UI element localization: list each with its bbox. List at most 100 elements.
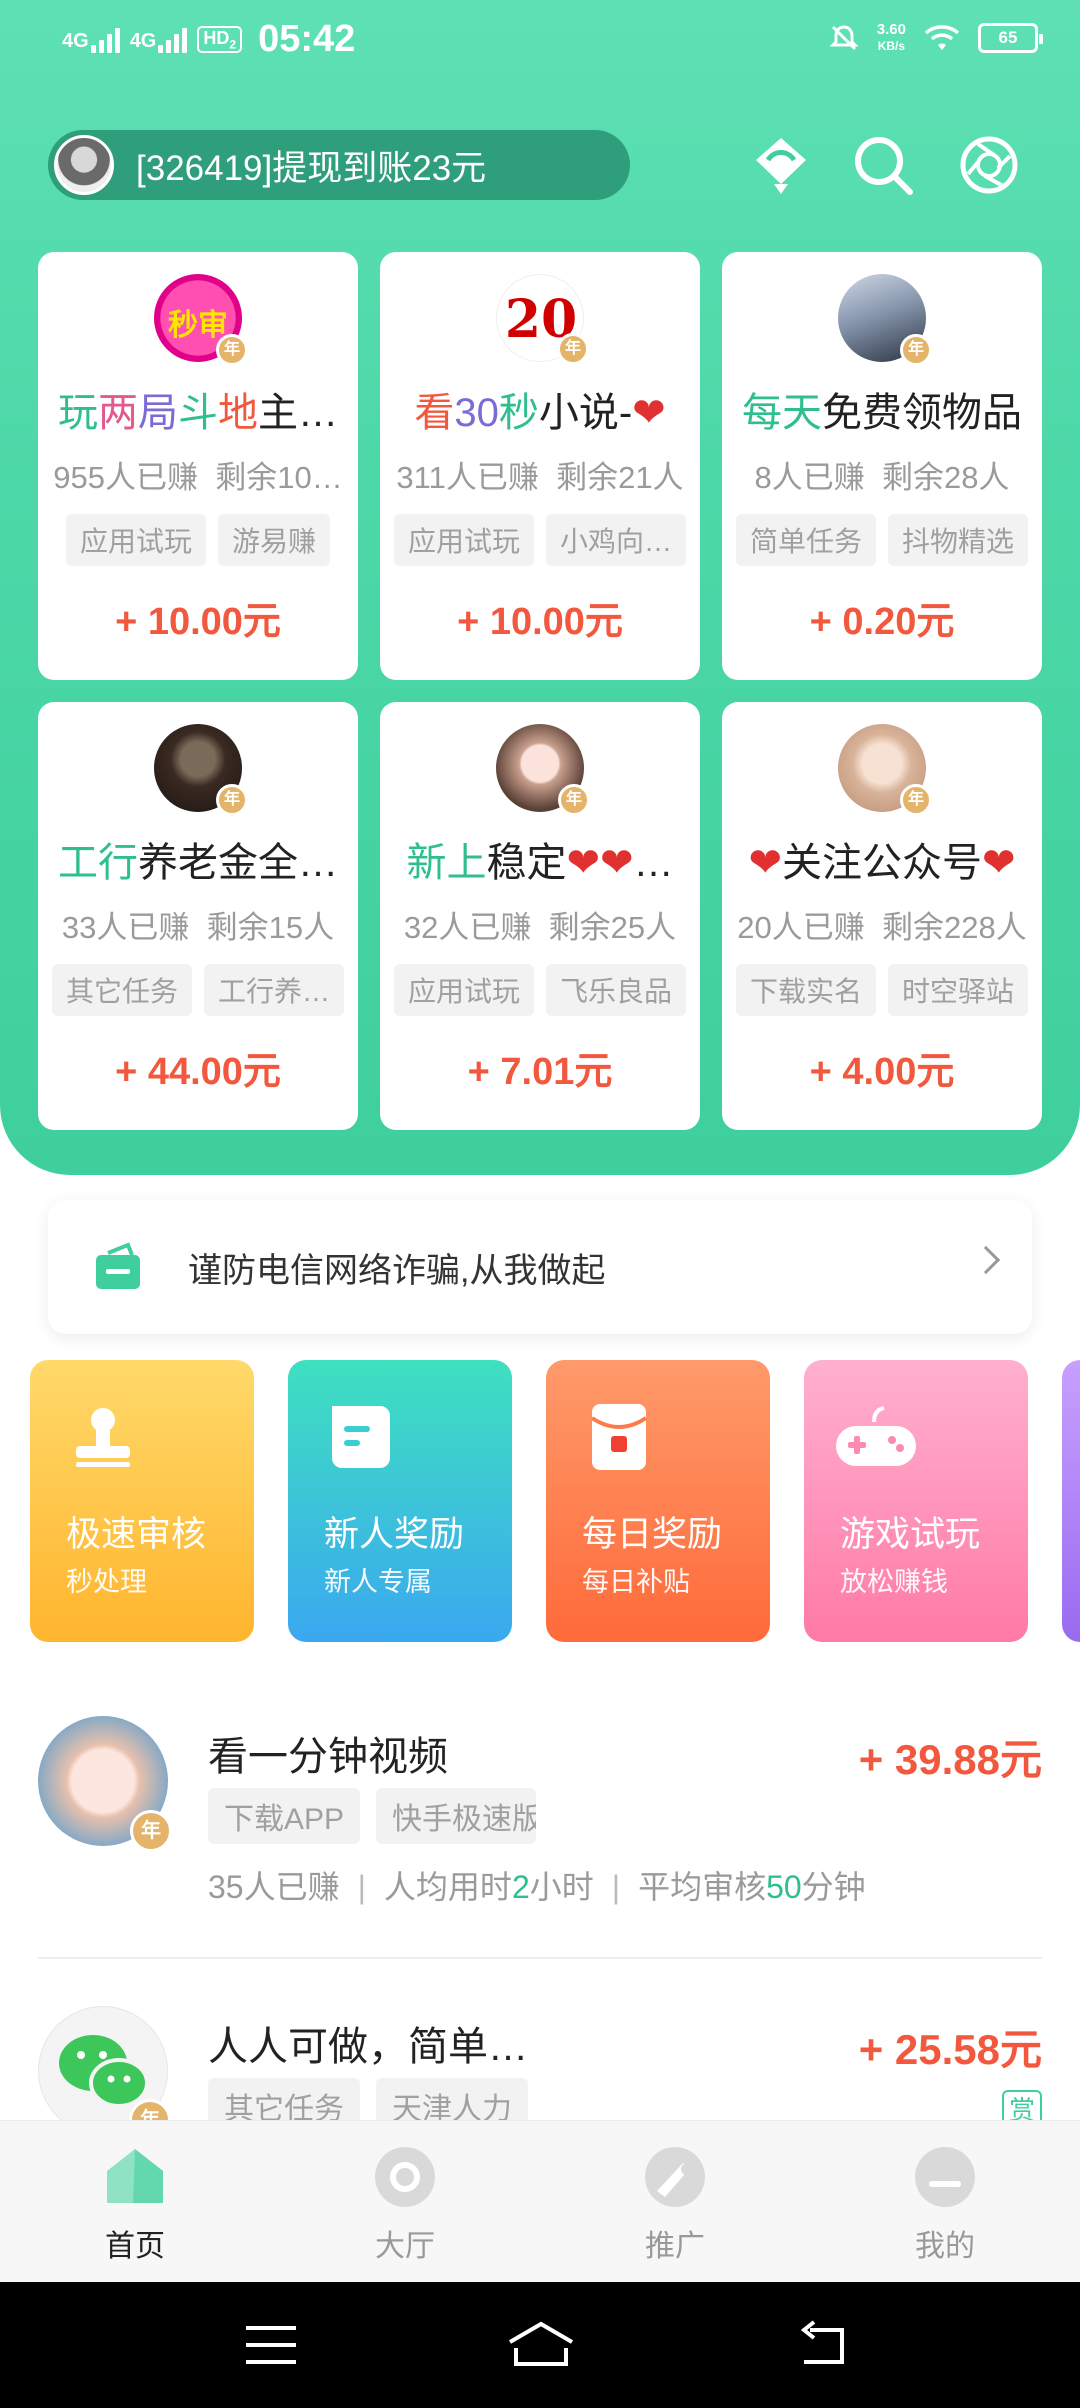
card-stats: 955人已赚 剩余10… bbox=[38, 452, 358, 497]
card-title: 看30秒小说-❤ bbox=[380, 380, 700, 438]
title-char: … bbox=[298, 391, 338, 435]
search-icon[interactable] bbox=[852, 134, 914, 196]
title-char: - bbox=[618, 391, 633, 435]
network-speed: 3.60 KB/s bbox=[877, 22, 906, 54]
title-char: 养 bbox=[138, 841, 178, 885]
tag: 飞乐良品 bbox=[546, 964, 687, 1016]
remaining-count: 剩余228人 bbox=[881, 910, 1027, 945]
category-game-trial[interactable]: 游戏试玩 放松赚钱 bbox=[804, 1360, 1028, 1642]
review-unit: 分钟 bbox=[801, 1869, 866, 1905]
task-row[interactable]: 年 看一分钟视频 + 39.88元 下载APP 快手极速版 35人已赚 | 人均用时… bbox=[38, 1716, 1042, 1916]
title-char: 物 bbox=[942, 391, 982, 435]
title-char: 工 bbox=[58, 841, 98, 885]
category-sub: 每日补贴 bbox=[582, 1567, 690, 1597]
title-char: 0 bbox=[476, 391, 499, 435]
wifi-icon bbox=[924, 25, 960, 50]
featured-card[interactable]: 年 每天免费领物品 8人已赚 剩余28人 简单任务 抖物精选 + 0.20元 bbox=[722, 252, 1042, 680]
title-char: 玩 bbox=[58, 391, 98, 435]
tab-promote[interactable]: 推广 bbox=[540, 2121, 810, 2282]
hd-label: HD bbox=[203, 27, 230, 48]
featured-card[interactable]: 年 ❤关注公众号❤ 20人已赚 剩余228人 下载实名 时空驿站 + 4.00元 bbox=[722, 702, 1042, 1130]
avatar bbox=[54, 135, 114, 195]
card-title: 新上稳定❤❤… bbox=[380, 830, 700, 888]
title-char: 金 bbox=[218, 841, 258, 885]
title-char: 3 bbox=[454, 391, 477, 435]
tab-hall[interactable]: 大厅 bbox=[270, 2121, 540, 2282]
remaining-count: 剩余25人 bbox=[548, 910, 677, 945]
anti-fraud-notice[interactable]: 谨防电信网络诈骗,从我做起 bbox=[48, 1200, 1032, 1334]
featured-card[interactable]: 20 年 看30秒小说-❤ 311人已赚 剩余21人 应用试玩 小鸡向… + 10… bbox=[380, 252, 700, 680]
badge-icon: 年 bbox=[900, 784, 932, 816]
tab-label: 首页 bbox=[105, 2230, 165, 2263]
tab-profile[interactable]: 我的 bbox=[810, 2121, 1080, 2282]
title-char: 品 bbox=[982, 391, 1022, 435]
tab-home[interactable]: 首页 bbox=[0, 2121, 270, 2282]
category-fast-review[interactable]: 极速审核 秒处理 bbox=[30, 1360, 254, 1642]
notice-text: 谨防电信网络诈骗,从我做起 bbox=[188, 1251, 606, 1290]
title-char: 上 bbox=[446, 841, 487, 885]
category-name: 新人奖励 bbox=[324, 1515, 465, 1554]
menu-icon[interactable] bbox=[244, 2320, 298, 2370]
tag: 下载APP bbox=[208, 1788, 361, 1844]
title-char: 定 bbox=[526, 841, 567, 885]
remaining-count: 剩余28人 bbox=[882, 460, 1010, 495]
featured-card[interactable]: 秒审 年 玩两局斗地主… 955人已赚 剩余10… 应用试玩 游易赚 + 10.0… bbox=[38, 252, 358, 680]
system-navigation-bar bbox=[0, 2282, 1080, 2408]
gamepad-icon bbox=[836, 1406, 916, 1466]
title-char: 稳 bbox=[486, 841, 527, 885]
tab-label: 推广 bbox=[645, 2230, 705, 2263]
status-bar: 4G 4G HD2 05:42 3.60 KB/s 65 bbox=[0, 0, 1080, 84]
title-char: ❤ bbox=[632, 391, 666, 435]
badge-icon: 年 bbox=[558, 784, 590, 816]
ticker-text: [326419]提现到账23元 bbox=[136, 148, 487, 188]
avatar: 年 bbox=[38, 2006, 171, 2120]
title-char: 斗 bbox=[178, 391, 218, 435]
withdrawal-ticker[interactable]: [326419]提现到账23元 bbox=[48, 130, 630, 200]
task-meta: 35人已赚 | 人均用时2小时 | 平均审核50分钟 bbox=[208, 1862, 866, 1908]
avg-time-label: 人均用时 bbox=[383, 1869, 512, 1905]
signal-bars-icon bbox=[158, 27, 188, 53]
home-nav-icon[interactable] bbox=[506, 2320, 576, 2370]
separator: | bbox=[357, 1869, 366, 1905]
back-icon[interactable] bbox=[796, 2320, 850, 2370]
card-title: 玩两局斗地主… bbox=[38, 380, 358, 438]
review-value: 50 bbox=[766, 1869, 802, 1905]
card-stats: 20人已赚 剩余228人 bbox=[722, 902, 1042, 947]
document-icon bbox=[332, 1406, 390, 1468]
tag: 游易赚 bbox=[218, 514, 331, 566]
category-daily-reward[interactable]: 每日奖励 每日补贴 bbox=[546, 1360, 770, 1642]
tag: 应用试玩 bbox=[393, 514, 534, 566]
title-char: 领 bbox=[902, 391, 942, 435]
camera-shutter-icon[interactable] bbox=[958, 134, 1020, 196]
earned-count: 33人已赚 bbox=[61, 910, 190, 945]
task-title: 看一分钟视频 bbox=[208, 1735, 448, 1779]
category-sub: 新人专属 bbox=[324, 1567, 432, 1597]
title-char: 说 bbox=[578, 391, 619, 435]
title-char: 地 bbox=[218, 391, 258, 435]
category-name: 每日奖励 bbox=[582, 1515, 723, 1554]
badge-icon: 年 bbox=[557, 333, 589, 365]
category-newbie-reward[interactable]: 新人奖励 新人专属 bbox=[288, 1360, 512, 1642]
tab-label: 大厅 bbox=[375, 2230, 435, 2263]
clock: 05:42 bbox=[258, 18, 356, 60]
card-title: 工行养老金全… bbox=[38, 830, 358, 888]
review-label: 平均审核 bbox=[638, 1869, 767, 1905]
title-char: ❤ bbox=[748, 841, 782, 885]
earned-count: 32人已赚 bbox=[403, 910, 532, 945]
battery-indicator: 65 bbox=[978, 23, 1043, 53]
category-more[interactable] bbox=[1062, 1360, 1080, 1642]
task-row[interactable]: 年 人人可做，简单… + 25.58元 其它任务 天津人力 赏 bbox=[38, 2006, 1042, 2120]
category-carousel[interactable]: 极速审核 秒处理 新人奖励 新人专属 每日奖励 每日补贴 游戏试玩 放松赚钱 bbox=[30, 1360, 1080, 1660]
separator: | bbox=[611, 1869, 621, 1905]
featured-card[interactable]: 年 新上稳定❤❤… 32人已赚 剩余25人 应用试玩 飞乐良品 + 7.01元 bbox=[380, 702, 700, 1130]
featured-card[interactable]: 年 工行养老金全… 33人已赚 剩余15人 其它任务 工行养… + 44.00元 bbox=[38, 702, 358, 1130]
gift-icon[interactable] bbox=[750, 134, 812, 196]
title-char: 小 bbox=[538, 391, 579, 435]
stamp-icon bbox=[76, 1408, 130, 1467]
speed-value: 3.60 bbox=[876, 21, 906, 38]
promote-icon bbox=[645, 2147, 705, 2207]
title-char: 老 bbox=[178, 841, 218, 885]
home-icon bbox=[107, 2149, 163, 2203]
title-char: 关 bbox=[782, 841, 822, 885]
title-char: 每 bbox=[742, 391, 782, 435]
